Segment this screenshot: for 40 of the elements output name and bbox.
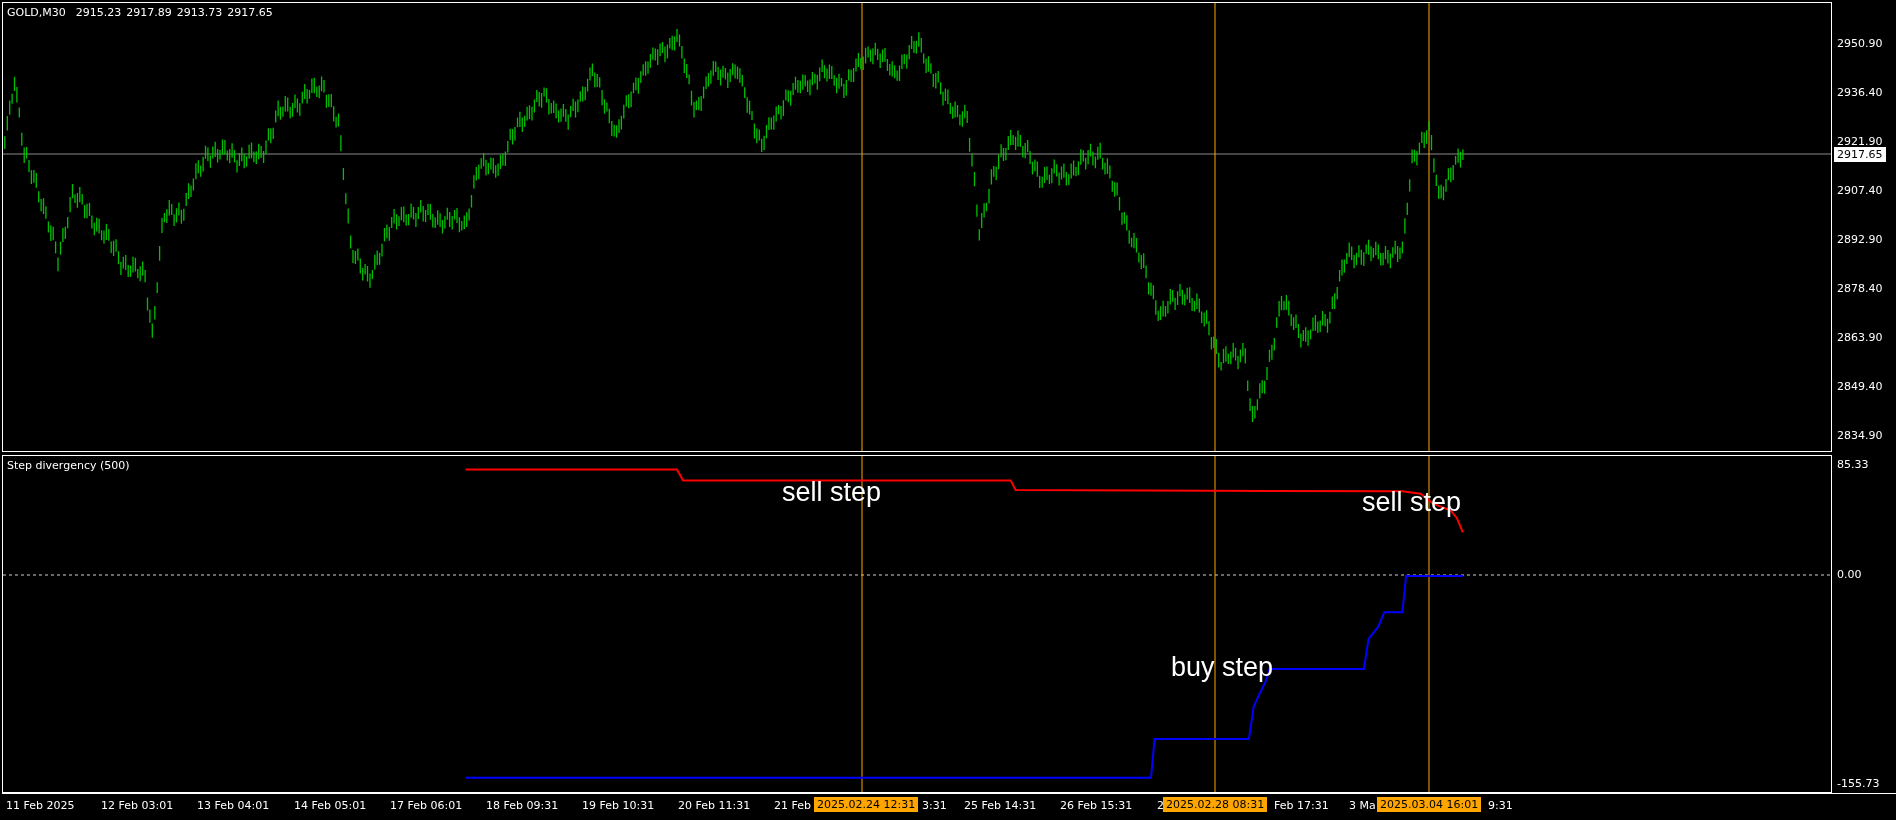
price-label: 2936.40 <box>1837 86 1883 99</box>
price-label: 2907.40 <box>1837 184 1883 197</box>
crosshair-time-label: 2025.03.04 16:01 <box>1377 797 1482 812</box>
time-label: 20 Feb 11:31 <box>678 799 751 812</box>
ohlc-value: 2917.89 <box>126 6 172 19</box>
time-label: 21 Feb <box>774 799 811 812</box>
indicator-axis-label: -155.73 <box>1837 777 1880 790</box>
time-label: 25 Feb 14:31 <box>964 799 1037 812</box>
price-label: 2892.90 <box>1837 233 1883 246</box>
symbol-label: GOLD,M30 <box>7 6 66 19</box>
time-label: 17 Feb 06:01 <box>390 799 463 812</box>
time-label: 26 Feb 15:31 <box>1060 799 1133 812</box>
price-label: 2878.40 <box>1837 282 1883 295</box>
time-label: Feb 17:31 <box>1274 799 1329 812</box>
time-label: 14 Feb 05:01 <box>294 799 367 812</box>
chart-annotation: buy step <box>1171 654 1274 681</box>
time-label: 11 Feb 2025 <box>6 799 75 812</box>
time-label: 19 Feb 10:31 <box>582 799 655 812</box>
price-label: 2834.90 <box>1837 429 1883 442</box>
indicator-title: Step divergency (500) <box>7 459 130 472</box>
current-price-tag: 2917.65 <box>1834 147 1886 162</box>
price-label: 2950.90 <box>1837 37 1883 50</box>
crosshair-time-label: 2025.02.28 08:31 <box>1163 797 1268 812</box>
indicator-axis-label: 85.33 <box>1837 458 1869 471</box>
time-label: 18 Feb 09:31 <box>486 799 559 812</box>
price-label: 2921.90 <box>1837 135 1883 148</box>
time-label: 3:31 <box>922 799 947 812</box>
time-label: 12 Feb 03:01 <box>101 799 174 812</box>
ohlc-value: 2913.73 <box>176 6 223 19</box>
crosshair-time-label: 2025.02.24 12:31 <box>814 797 919 812</box>
price-label: 2863.90 <box>1837 331 1883 344</box>
time-label: 13 Feb 04:01 <box>197 799 270 812</box>
indicator-axis-label: 0.00 <box>1837 568 1862 581</box>
price-label: 2849.40 <box>1837 380 1883 393</box>
time-label: 9:31 <box>1488 799 1513 812</box>
chart-annotation: sell step <box>782 479 882 506</box>
ohlc-value: 2917.65 <box>227 6 273 19</box>
time-label: 3 Ma <box>1349 799 1376 812</box>
ohlc-value: 2915.23 <box>75 6 122 19</box>
time-label: 2 <box>1157 799 1164 812</box>
